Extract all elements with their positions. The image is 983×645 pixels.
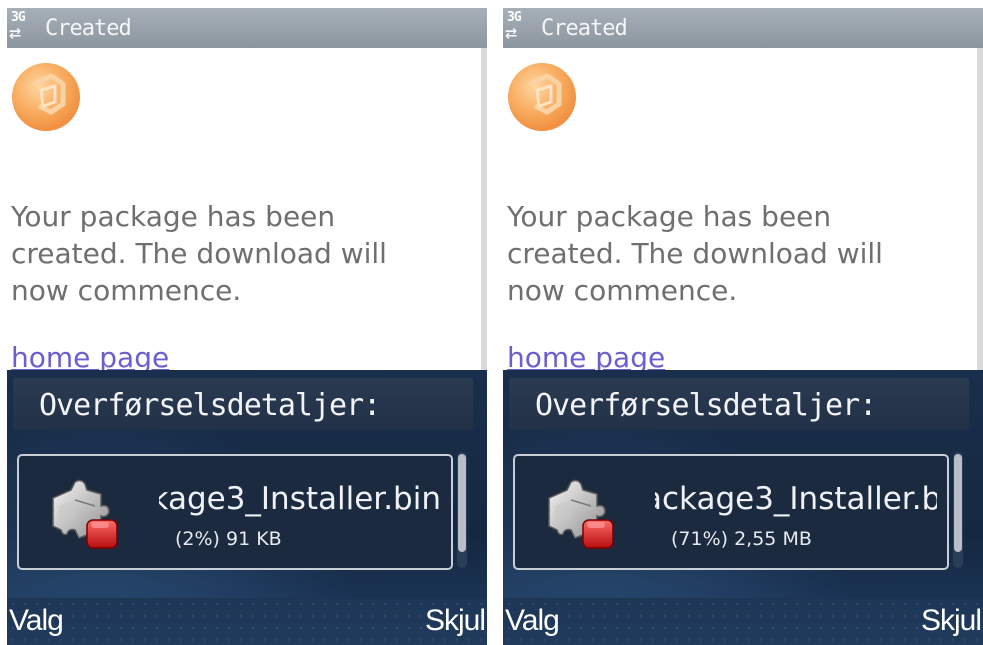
status-title: Created xyxy=(541,16,628,41)
softkey-bar: Valg Skjul xyxy=(503,598,983,645)
status-bar: 3G ⇄ Created xyxy=(503,8,983,48)
web-page: Your package has been created. The downl… xyxy=(7,48,481,370)
status-message: Your package has been created. The downl… xyxy=(507,200,883,307)
hide-softkey[interactable]: Skjul xyxy=(921,603,982,639)
home-page-link[interactable]: home page xyxy=(11,340,169,370)
file-name: ackage3_Installer.bin xyxy=(655,481,937,517)
puzzle-package-icon xyxy=(52,479,118,549)
options-softkey[interactable]: Valg xyxy=(505,603,560,639)
page-scrollbar[interactable] xyxy=(977,48,983,370)
download-progress: (71%) 2,55 MB xyxy=(671,528,812,550)
file-name: ackage3_Installer.bin xyxy=(159,481,441,517)
options-softkey[interactable]: Valg xyxy=(9,603,64,639)
puzzle-package-icon xyxy=(548,479,614,549)
dialog-scrollbar[interactable] xyxy=(953,452,963,568)
download-item[interactable]: ackage3_Installer.bin (2%) 91 KB xyxy=(17,454,453,570)
scrollbar-thumb[interactable] xyxy=(458,454,466,552)
web-page: Your package has been created. The downl… xyxy=(503,48,977,370)
phone-screen-right: 3G ⇄ Created Your package has been creat… xyxy=(503,0,983,645)
status-title: Created xyxy=(45,16,132,41)
scrollbar-thumb[interactable] xyxy=(954,454,962,552)
phone-screen-left: 3G ⇄ Created Your package has been creat… xyxy=(7,0,487,645)
home-page-link[interactable]: home page xyxy=(507,340,665,370)
orange-circle-logo-icon xyxy=(12,63,80,131)
dialog-title: Overførselsdetaljer: xyxy=(39,388,381,423)
dialog-scrollbar[interactable] xyxy=(457,452,467,568)
status-bar: 3G ⇄ Created xyxy=(7,8,487,48)
transfer-details-dialog: Overførselsdetaljer: xyxy=(503,370,983,645)
softkey-bar: Valg Skjul xyxy=(7,598,487,645)
dialog-title-bar: Overførselsdetaljer: xyxy=(509,378,969,430)
page-scrollbar[interactable] xyxy=(481,48,487,370)
orange-circle-logo-icon xyxy=(508,63,576,131)
dialog-title-bar: Overførselsdetaljer: xyxy=(13,378,473,430)
status-message: Your package has been created. The downl… xyxy=(11,200,387,307)
3g-transfer-icon: 3G ⇄ xyxy=(505,10,522,44)
transfer-details-dialog: Overførselsdetaljer: xyxy=(7,370,487,645)
dialog-title: Overførselsdetaljer: xyxy=(535,388,877,423)
download-item[interactable]: ackage3_Installer.bin (71%) 2,55 MB xyxy=(513,454,949,570)
download-progress: (2%) 91 KB xyxy=(175,528,282,550)
3g-transfer-icon: 3G ⇄ xyxy=(9,10,26,44)
hide-softkey[interactable]: Skjul xyxy=(425,603,486,639)
